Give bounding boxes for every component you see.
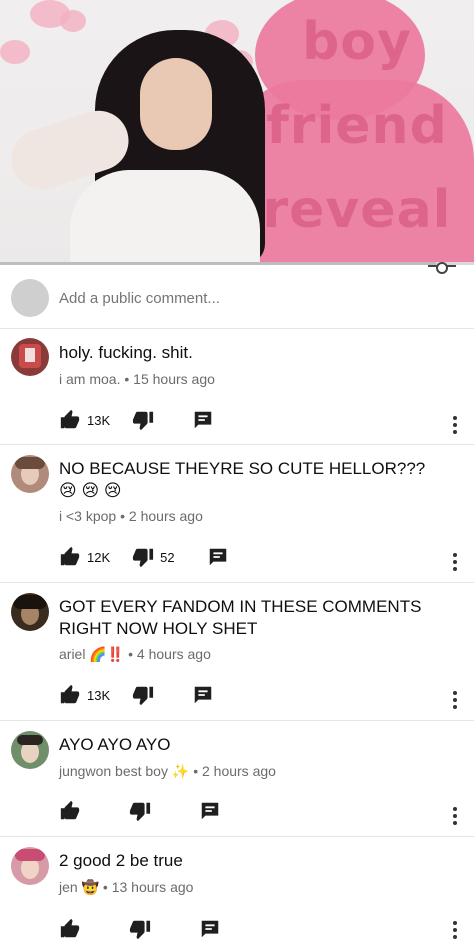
reply-button[interactable] <box>207 546 229 568</box>
comment-time: 15 hours ago <box>133 371 215 387</box>
like-count: 13K <box>87 412 111 428</box>
dislike-button[interactable] <box>132 409 160 431</box>
thumbs-down-icon <box>133 411 154 431</box>
thumbs-down-icon <box>129 802 151 822</box>
reply-button[interactable] <box>199 800 221 822</box>
thumbs-down-icon <box>133 686 154 706</box>
reply-icon <box>201 802 219 820</box>
comment-text: GOT EVERY FANDOM IN THESE COMMENTS RIGHT… <box>59 597 422 638</box>
comment-item: holy. fucking. shit. i am moa. • 15 hour… <box>0 338 474 444</box>
more-options-button[interactable] <box>450 921 458 941</box>
like-button[interactable]: 12K <box>59 546 110 568</box>
comment-text: 2 good 2 be true <box>59 851 183 870</box>
comment-time: 13 hours ago <box>111 879 194 895</box>
dislike-button[interactable] <box>129 918 157 940</box>
comment-meta: i <3 kpop • 2 hours ago <box>59 508 203 524</box>
more-options-button[interactable] <box>450 807 458 827</box>
comment-actions: 13K <box>59 408 236 432</box>
divider <box>0 836 474 837</box>
comment-text: AYO AYO AYO <box>59 735 171 754</box>
video-progress-bar[interactable] <box>0 262 474 265</box>
more-options-button[interactable] <box>450 691 458 711</box>
divider <box>0 720 474 721</box>
video-thumbnail[interactable]: boy friend reveal <box>0 0 474 264</box>
dislike-button[interactable] <box>129 800 157 822</box>
like-count: 13K <box>87 687 111 703</box>
comment-author[interactable]: i am moa. <box>59 371 120 387</box>
thumbnail-overlay-text: boy friend reveal <box>262 12 452 240</box>
avatar[interactable] <box>11 593 49 631</box>
thumbs-up-icon <box>60 800 80 820</box>
comment-author[interactable]: jungwon best boy ✨ <box>59 763 189 779</box>
thumbs-down-icon <box>129 920 151 940</box>
comment-actions: 12K 52 <box>59 545 251 569</box>
like-button[interactable] <box>59 918 87 940</box>
comment-text: holy. fucking. shit. <box>59 343 193 362</box>
divider <box>0 582 474 583</box>
comment-author[interactable]: jen 🤠 <box>59 879 99 895</box>
comment-time: 2 hours ago <box>128 508 203 524</box>
reply-icon <box>209 548 226 566</box>
reply-icon <box>201 920 219 938</box>
comment-actions <box>59 917 243 941</box>
dislike-count: 52 <box>160 549 175 565</box>
comment-item: AYO AYO AYO jungwon best boy ✨ • 2 hours… <box>0 731 474 835</box>
current-user-avatar <box>11 279 49 317</box>
avatar[interactable] <box>11 338 49 376</box>
comment-item: GOT EVERY FANDOM IN THESE COMMENTS RIGHT… <box>0 593 474 719</box>
like-count: 12K <box>87 549 111 565</box>
reply-icon <box>194 686 212 704</box>
thumbs-up-icon <box>60 684 80 704</box>
girl-shirt <box>70 170 260 264</box>
comment-meta: jungwon best boy ✨ • 2 hours ago <box>59 763 276 780</box>
comment-text: NO BECAUSE THEYRE SO CUTE HELLOR??? 😢 😢 … <box>59 459 426 500</box>
comment-meta: i am moa. • 15 hours ago <box>59 371 215 387</box>
comment-author[interactable]: i <3 kpop <box>59 508 116 524</box>
like-button[interactable] <box>59 800 87 822</box>
divider <box>0 444 474 445</box>
add-comment-row[interactable] <box>0 278 474 318</box>
reply-icon <box>194 411 212 429</box>
comment-author[interactable]: ariel 🌈‼️ <box>59 646 124 662</box>
like-button[interactable]: 13K <box>59 409 110 431</box>
dislike-button[interactable]: 52 <box>132 546 175 568</box>
comment-actions <box>59 799 243 823</box>
like-button[interactable]: 13K <box>59 684 110 706</box>
comment-time: 2 hours ago <box>201 763 276 779</box>
video-progress-fill <box>0 262 437 265</box>
avatar[interactable] <box>11 731 49 769</box>
reply-button[interactable] <box>192 409 214 431</box>
comment-item: 2 good 2 be true jen 🤠 • 13 hours ago <box>0 847 474 950</box>
reply-button[interactable] <box>199 918 221 940</box>
more-options-button[interactable] <box>450 553 458 573</box>
reply-button[interactable] <box>192 684 214 706</box>
comment-item: NO BECAUSE THEYRE SO CUTE HELLOR??? 😢 😢 … <box>0 455 474 581</box>
thumbs-up-icon <box>60 409 80 429</box>
comment-meta: jen 🤠 • 13 hours ago <box>59 879 193 896</box>
more-options-button[interactable] <box>450 416 458 436</box>
girl-face <box>140 58 212 150</box>
comment-input[interactable] <box>59 289 419 307</box>
video-scrubber-handle[interactable] <box>428 262 456 274</box>
comment-time: 4 hours ago <box>136 646 211 662</box>
divider <box>0 328 474 329</box>
comment-actions: 13K <box>59 683 236 707</box>
comment-meta: ariel 🌈‼️ • 4 hours ago <box>59 646 211 663</box>
thumbs-up-icon <box>60 918 80 938</box>
thumbs-down-icon <box>133 548 154 568</box>
thumbs-up-icon <box>60 546 80 566</box>
avatar[interactable] <box>11 847 49 885</box>
avatar[interactable] <box>11 455 49 493</box>
dislike-button[interactable] <box>132 684 160 706</box>
